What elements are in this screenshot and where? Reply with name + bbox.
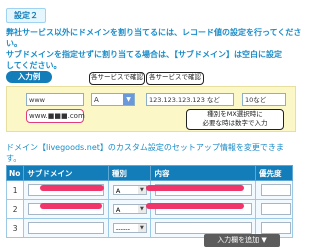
example-content-field: 123.123.123.123 など [146, 93, 234, 106]
type-select[interactable]: ------ ▼ [112, 223, 147, 233]
example-type-value: A [94, 96, 99, 104]
header-content: 内容 [150, 165, 256, 181]
callout-type-check: 各サービスで確認 [89, 72, 145, 85]
callout-value-check: 各サービスで確認 [146, 72, 204, 85]
type-select[interactable]: A ▼ [112, 185, 147, 195]
type-select[interactable]: A ▼ [112, 204, 147, 214]
row-number: 1 [5, 180, 25, 200]
type-select-value: A [115, 206, 121, 214]
setup-info-line-2: す。 [6, 154, 22, 163]
records-table: No サブドメイン 種別 内容 優先度 1 A ▼ 2 A ▼ 3 ------ ▼ [5, 165, 293, 238]
chevron-down-icon: ▼ [123, 94, 134, 105]
example-priority-field: 10など [242, 93, 286, 106]
priority-input[interactable] [261, 222, 291, 234]
priority-cell [255, 199, 293, 219]
type-select-value: ------ [115, 225, 130, 233]
description-line-1: 弊社サービス以外にドメインを割り当てるには、レコード値の設定を行ってくださ [6, 28, 302, 37]
mx-note-line-1: 種別をMX選択時に [207, 110, 263, 118]
subdomain-cell [23, 218, 109, 238]
description-line-3: サブドメインを指定せずに割り当てる場合は、【サブドメイン】は空白に設定 [6, 50, 282, 59]
type-cell: A ▼ [107, 180, 152, 200]
type-select-value: A [115, 187, 121, 195]
content-input[interactable] [155, 222, 253, 234]
subdomain-input[interactable] [28, 222, 105, 234]
row-number: 2 [5, 199, 25, 219]
header-type: 種別 [107, 165, 152, 181]
www-hint: www.■■■.com [26, 109, 85, 123]
priority-cell [255, 180, 293, 200]
mx-note: 種別をMX選択時に 必要な時は数字で入力 [186, 109, 284, 130]
example-type-select: A ▼ [91, 93, 135, 106]
mx-note-line-2: 必要な時は数字で入力 [202, 119, 268, 127]
www-hint-text: www.■■■.com [29, 112, 85, 120]
type-cell: ------ ▼ [107, 218, 152, 238]
header-no: No [5, 165, 25, 181]
chevron-down-icon: ▼ [137, 205, 146, 213]
redaction-mark [40, 203, 102, 209]
type-cell: A ▼ [107, 199, 152, 219]
description-line-2: い。 [6, 39, 22, 48]
example-subdomain-field: www [26, 93, 84, 106]
add-input-row-button[interactable]: 入力欄を追加 ▼ [204, 234, 280, 247]
row-number: 3 [5, 218, 25, 238]
step-badge: 設定２ [6, 8, 46, 23]
setup-info-line-1: ドメイン【livegoods.net】のカスタム設定のセットアップ情報を変更でき… [6, 143, 284, 152]
table-header-row: No サブドメイン 種別 内容 優先度 [5, 165, 293, 181]
header-subdomain: サブドメイン [23, 165, 109, 181]
description-line-4: してください。 [6, 61, 62, 70]
priority-input[interactable] [261, 203, 291, 215]
example-label: 入力例 [6, 71, 52, 83]
header-priority: 優先度 [255, 165, 293, 181]
priority-input[interactable] [261, 184, 291, 196]
chevron-down-icon: ▼ [137, 186, 146, 194]
chevron-down-icon: ▼ [137, 224, 146, 232]
redaction-mark [40, 185, 104, 191]
redaction-mark [146, 203, 244, 209]
redaction-mark [146, 185, 244, 191]
